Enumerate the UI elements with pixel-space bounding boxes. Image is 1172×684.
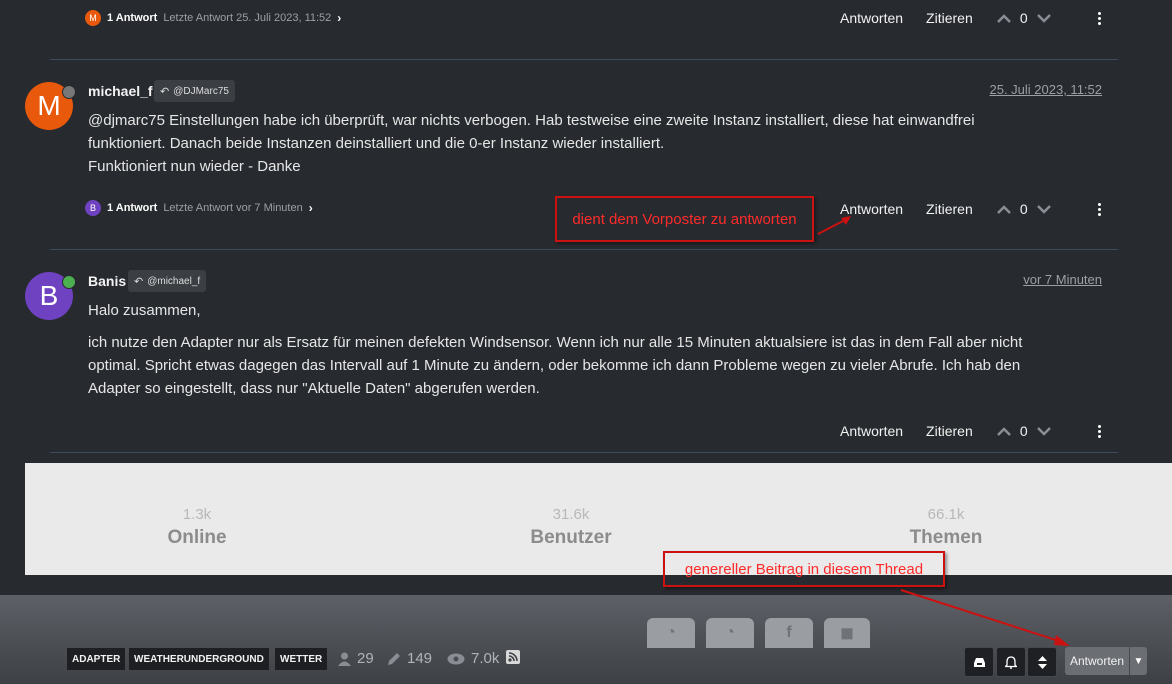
- post-line: Adapter so eingestellt, dass nur "Aktuel…: [88, 380, 540, 397]
- chevron-right-icon: ›: [337, 11, 342, 25]
- tag-weatherunderground[interactable]: WEATHERUNDERGROUND: [129, 648, 269, 670]
- post-divider: [50, 452, 1118, 453]
- vote-control: 0: [993, 201, 1055, 217]
- chevron-up-icon[interactable]: [993, 10, 1015, 26]
- post-divider: [50, 249, 1118, 250]
- post-actions: Antworten Zitieren 0: [840, 201, 1105, 217]
- bell-icon: [1005, 655, 1017, 669]
- reply-avatar: B: [85, 200, 101, 216]
- social-icon[interactable]: ◔: [706, 618, 754, 648]
- forum-stats-panel: 1.3k Online 31.6k Benutzer 66.1k Themen: [25, 463, 1172, 575]
- reply-to-label: @DJMarc75: [173, 85, 229, 97]
- reply-icon: ↶: [134, 275, 144, 288]
- vote-count: 0: [1019, 423, 1028, 439]
- sort-icon: [1037, 655, 1047, 669]
- online-status-icon: [62, 275, 76, 289]
- stat-value: 1.3k: [182, 506, 212, 523]
- reply-avatar: M: [85, 10, 101, 26]
- post-line: funktioniert. Danach beide Instanzen dei…: [88, 135, 665, 152]
- post-line: Funktioniert nun wieder - Danke: [88, 158, 301, 175]
- social-icon[interactable]: ◼: [824, 618, 870, 648]
- stat-label: Online: [167, 527, 227, 548]
- inbox-icon: [973, 657, 985, 667]
- stat-label: Benutzer: [530, 527, 612, 548]
- stat-topics: 66.1k Themen: [846, 506, 1046, 549]
- chevron-down-icon[interactable]: [1033, 201, 1055, 217]
- vote-control: 0: [993, 10, 1055, 26]
- annotation-arrow: [900, 589, 1070, 646]
- author-name[interactable]: Banis: [88, 273, 126, 289]
- vote-count: 0: [1019, 201, 1028, 217]
- sort-button[interactable]: [1027, 647, 1057, 677]
- post-actions: Antworten Zitieren 0: [840, 423, 1105, 439]
- post-content: @djmarc75 Einstellungen habe ich überprü…: [88, 109, 1108, 178]
- tag-adapter[interactable]: ADAPTER: [67, 648, 126, 670]
- post-replies-summary[interactable]: B 1 Antwort Letzte Antwort vor 7 Minuten…: [85, 200, 313, 216]
- vote-count: 0: [1019, 10, 1028, 26]
- stat-value: 66.1k: [927, 506, 965, 523]
- social-icon[interactable]: ◔: [647, 618, 695, 648]
- reply-to-pill[interactable]: ↶ @michael_f: [128, 270, 207, 292]
- chevron-up-icon[interactable]: [993, 201, 1015, 217]
- offline-status-icon: [62, 85, 76, 99]
- stat-value: 31.6k: [552, 506, 590, 523]
- chevron-right-icon: ›: [308, 201, 313, 215]
- caret-down-icon[interactable]: ▼: [1130, 647, 1147, 675]
- reply-button[interactable]: Antworten: [840, 201, 903, 217]
- quote-button[interactable]: Zitieren: [926, 10, 973, 26]
- reply-to-label: @michael_f: [147, 275, 201, 287]
- user-icon: [338, 652, 351, 666]
- posters-count: 29: [357, 650, 374, 667]
- post-line: Halo zusammen,: [88, 302, 201, 319]
- stat-users: 31.6k Benutzer: [471, 506, 671, 549]
- posters-stat: 29: [338, 650, 374, 667]
- facebook-icon[interactable]: f: [765, 618, 813, 648]
- views-count: 7.0k: [471, 650, 500, 667]
- post-content: Halo zusammen, ich nutze den Adapter nur…: [88, 299, 1108, 400]
- kebab-icon[interactable]: [1095, 11, 1105, 25]
- annotation-general-post: genereller Beitrag in diesem Thread: [663, 551, 945, 587]
- last-reply-time: Letzte Antwort 25. Juli 2023, 11:52: [163, 12, 332, 24]
- post-replies-summary[interactable]: M 1 Antwort Letzte Antwort 25. Juli 2023…: [85, 10, 341, 26]
- annotation-reply-to-previous: dient dem Vorposter zu antworten: [555, 196, 814, 242]
- reply-button[interactable]: Antworten: [840, 423, 903, 439]
- inbox-button[interactable]: [964, 647, 994, 677]
- reply-to-pill[interactable]: ↶ @DJMarc75: [154, 80, 235, 102]
- last-reply-time: Letzte Antwort vor 7 Minuten: [163, 202, 303, 214]
- post-actions: Antworten Zitieren 0: [840, 10, 1105, 26]
- chevron-up-icon[interactable]: [993, 423, 1015, 439]
- reply-count: 1 Antwort: [107, 12, 158, 24]
- post-line: @djmarc75 Einstellungen habe ich überprü…: [88, 112, 975, 129]
- posts-count: 149: [407, 650, 433, 667]
- pencil-icon: [388, 652, 400, 665]
- kebab-icon[interactable]: [1095, 202, 1105, 216]
- post-line: ich nutze den Adapter nur als Ersatz für…: [88, 334, 1023, 351]
- post-timestamp[interactable]: 25. Juli 2023, 11:52: [989, 82, 1102, 97]
- author-name[interactable]: michael_f: [88, 83, 153, 99]
- tag-wetter[interactable]: WETTER: [275, 648, 328, 670]
- stat-online: 1.3k Online: [97, 506, 297, 549]
- views-stat: 7.0k: [447, 650, 499, 667]
- notification-button[interactable]: [996, 647, 1026, 677]
- kebab-icon[interactable]: [1095, 424, 1105, 438]
- reply-button[interactable]: Antworten: [840, 10, 903, 26]
- stat-label: Themen: [909, 527, 983, 548]
- chevron-down-icon[interactable]: [1033, 10, 1055, 26]
- reply-icon: ↶: [160, 85, 170, 98]
- post-line: optimal. Spricht etwas dagegen das Inter…: [88, 357, 1021, 374]
- quote-button[interactable]: Zitieren: [926, 423, 973, 439]
- quote-button[interactable]: Zitieren: [926, 201, 973, 217]
- post-divider: [50, 59, 1118, 60]
- reply-count: 1 Antwort: [107, 202, 158, 214]
- vote-control: 0: [993, 423, 1055, 439]
- post-timestamp[interactable]: vor 7 Minuten: [1023, 272, 1102, 287]
- chevron-down-icon[interactable]: [1033, 423, 1055, 439]
- rss-icon[interactable]: [506, 650, 520, 664]
- thread-reply-label[interactable]: Antworten: [1065, 647, 1129, 675]
- eye-icon: [447, 653, 465, 664]
- thread-reply-button[interactable]: Antworten ▼: [1065, 647, 1147, 675]
- posts-stat: 149: [387, 650, 432, 667]
